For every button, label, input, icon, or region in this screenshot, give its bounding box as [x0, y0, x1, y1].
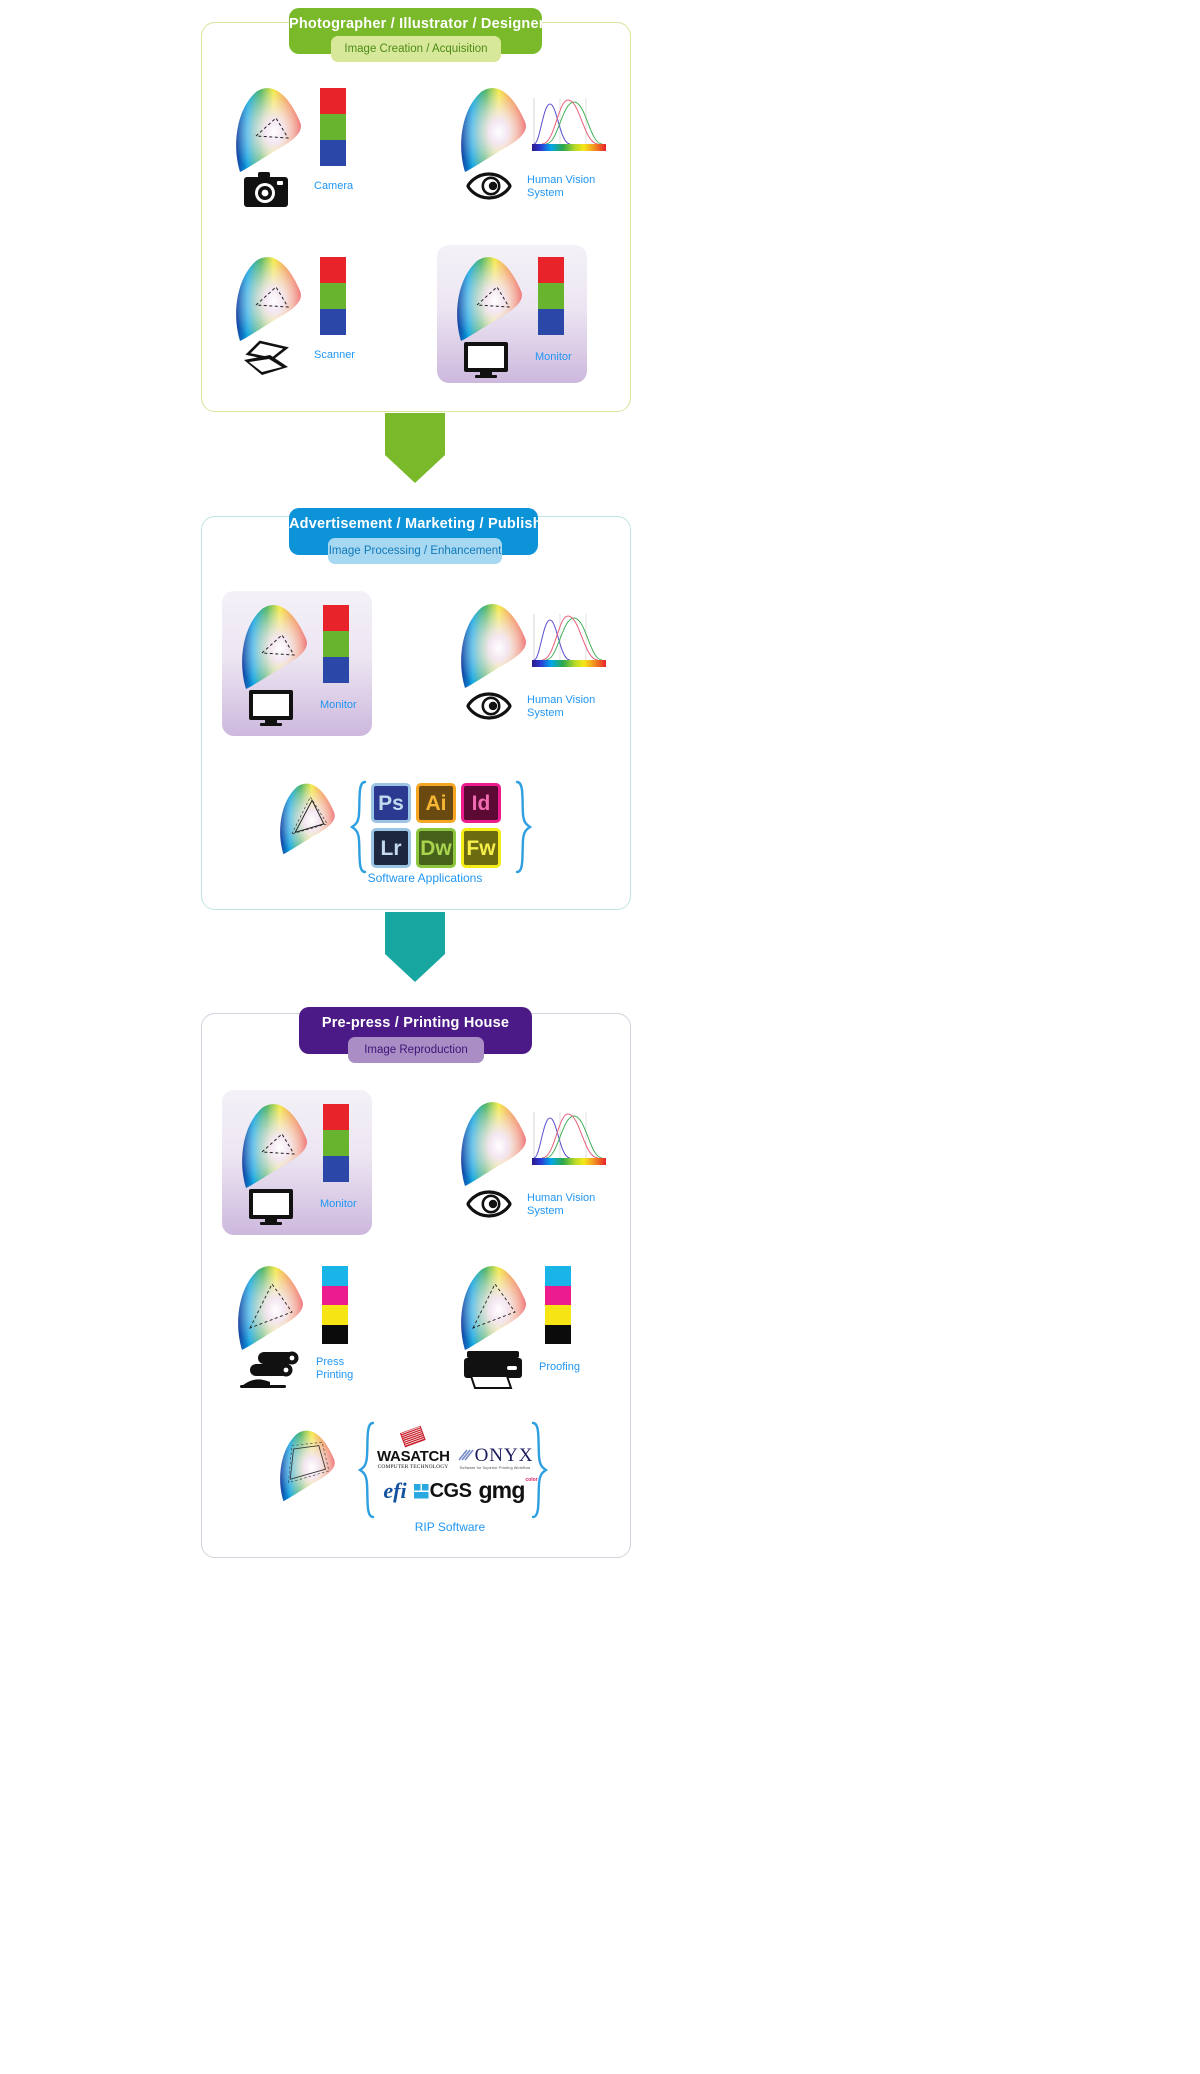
- logo-onyx-name: ONYX: [474, 1445, 534, 1466]
- stage-sublabel-image-reproduction: Image Reproduction: [348, 1037, 484, 1063]
- rgb-swatch: [323, 605, 349, 683]
- stage-header-label: Pre-press / Printing House: [321, 1015, 510, 1031]
- monitor-icon: [463, 341, 509, 379]
- flow-arrow-green: [385, 413, 445, 483]
- flow-arrow-teal: [385, 912, 445, 982]
- brace-left-icon: [349, 780, 367, 874]
- stage-sublabel-image-processing: Image Processing / Enhancement: [328, 538, 502, 564]
- eye-icon: [466, 692, 512, 720]
- rgb-gamut-icon: [451, 253, 527, 343]
- device-item-camera[interactable]: Camera: [230, 84, 390, 207]
- logo-wasatch: WASATCH COMPUTER TECHNOLOGY: [377, 1425, 450, 1471]
- device-item-monitor[interactable]: Monitor: [437, 245, 587, 383]
- app-tile-id[interactable]: Id: [461, 783, 501, 823]
- full-gamut-icon: [455, 84, 531, 174]
- software-applications-group[interactable]: Ps Ai Id Lr Dw Fw Software Applications: [275, 775, 565, 890]
- brace-right-icon: [531, 1421, 549, 1519]
- monitor-icon: [248, 1188, 294, 1226]
- rgb-gamut-icon: [230, 253, 306, 343]
- adobe-app-tiles[interactable]: Ps Ai Id Lr Dw Fw: [371, 783, 501, 868]
- device-label-proofing: Proofing: [539, 1361, 580, 1373]
- logo-wasatch-name: WASATCH: [377, 1448, 450, 1465]
- device-label-monitor: Monitor: [320, 1198, 357, 1210]
- logo-cgs: CGS: [413, 1480, 472, 1502]
- stage-header-label: Photographer / Illustrator / Designer: [289, 16, 545, 32]
- device-label-press-printing: Press Printing: [316, 1356, 354, 1381]
- device-item-human-vision-system[interactable]: Human Vision System: [455, 1098, 625, 1223]
- rgb-swatch: [320, 257, 346, 335]
- press-icon: [240, 1350, 304, 1392]
- logo-gmg-name: gmg: [478, 1477, 525, 1503]
- brace-left-icon: [357, 1421, 375, 1519]
- full-gamut-icon: [455, 1098, 531, 1188]
- arrow-head: [385, 954, 445, 982]
- app-tile-ps[interactable]: Ps: [371, 783, 411, 823]
- device-item-press-printing[interactable]: Press Printing: [232, 1262, 402, 1388]
- software-gamut-icon: [275, 779, 339, 857]
- eye-icon: [466, 172, 512, 200]
- device-item-human-vision-system[interactable]: Human Vision System: [455, 84, 625, 204]
- rgb-gamut-icon: [236, 1100, 312, 1190]
- full-gamut-icon: [455, 600, 531, 690]
- logo-wasatch-tagline: COMPUTER TECHNOLOGY: [377, 1464, 449, 1470]
- device-label-monitor: Monitor: [535, 351, 572, 363]
- arrow-shaft: [385, 413, 445, 455]
- rip-gamut-icon: [275, 1426, 339, 1504]
- cmyk-gamut-icon: [455, 1262, 531, 1352]
- device-label-human-vision-system: Human Vision System: [527, 694, 596, 719]
- camera-icon: [244, 172, 288, 208]
- device-item-scanner[interactable]: Scanner: [230, 253, 390, 375]
- logo-onyx: ONYX Software for Superior Printing Work…: [457, 1445, 534, 1471]
- rgb-gamut-icon: [236, 601, 312, 691]
- printer-icon: [463, 1350, 523, 1390]
- onyx-mark-icon: [457, 1449, 474, 1461]
- cgs-mark-icon: [413, 1483, 429, 1498]
- scanner-icon: [242, 340, 290, 379]
- cmyk-gamut-icon: [232, 1262, 308, 1352]
- device-label-scanner: Scanner: [314, 349, 355, 361]
- rip-software-caption: RIP Software: [414, 1520, 486, 1534]
- rgb-swatch: [320, 88, 346, 166]
- arrow-head: [385, 455, 445, 483]
- cone-response-curves-icon: [530, 96, 608, 158]
- app-tile-ai[interactable]: Ai: [416, 783, 456, 823]
- cmyk-swatch: [545, 1266, 571, 1344]
- device-item-proofing[interactable]: Proofing: [455, 1262, 625, 1390]
- rip-logo-row-1: WASATCH COMPUTER TECHNOLOGY ONYX Softwar…: [377, 1425, 534, 1471]
- device-item-monitor[interactable]: Monitor: [222, 591, 372, 736]
- logo-cgs-name: CGS: [429, 1480, 472, 1502]
- rip-logo-grid: WASATCH COMPUTER TECHNOLOGY ONYX Softwar…: [377, 1425, 538, 1503]
- monitor-icon: [248, 689, 294, 727]
- software-applications-caption: Software Applications: [367, 871, 483, 885]
- color-management-workflow-diagram: Photographer / Illustrator / Designer Im…: [0, 0, 1200, 2074]
- rip-logo-row-2: efi CGS gmg color: [379, 1477, 537, 1503]
- app-tile-fw[interactable]: Fw: [461, 828, 501, 868]
- cmyk-swatch: [322, 1266, 348, 1344]
- app-tile-dw[interactable]: Dw: [416, 828, 456, 868]
- rgb-gamut-icon: [230, 84, 306, 174]
- device-label-human-vision-system: Human Vision System: [527, 174, 596, 199]
- logo-gmg: gmg color: [478, 1477, 537, 1503]
- app-tile-lr[interactable]: Lr: [371, 828, 411, 868]
- cone-response-curves-icon: [530, 1110, 608, 1172]
- logo-efi-name: efi: [383, 1478, 407, 1503]
- stage-header-label: Advertisement / Marketing / Publisher: [289, 516, 556, 532]
- eye-icon: [466, 1190, 512, 1218]
- rgb-swatch: [323, 1104, 349, 1182]
- rip-software-group[interactable]: WASATCH COMPUTER TECHNOLOGY ONYX Softwar…: [275, 1420, 565, 1540]
- device-label-human-vision-system: Human Vision System: [527, 1192, 596, 1217]
- rgb-swatch: [538, 257, 564, 335]
- logo-onyx-tagline: Software for Superior Printing Workflow: [459, 1466, 531, 1470]
- wasatch-mark-icon: [399, 1425, 426, 1448]
- brace-right-icon: [515, 780, 533, 874]
- stage-sublabel-image-creation: Image Creation / Acquisition: [331, 36, 501, 62]
- device-item-monitor[interactable]: Monitor: [222, 1090, 372, 1235]
- device-label-camera: Camera: [314, 180, 354, 192]
- device-label-monitor: Monitor: [320, 699, 357, 711]
- cone-response-curves-icon: [530, 612, 608, 674]
- arrow-shaft: [385, 912, 445, 954]
- device-item-human-vision-system[interactable]: Human Vision System: [455, 600, 625, 725]
